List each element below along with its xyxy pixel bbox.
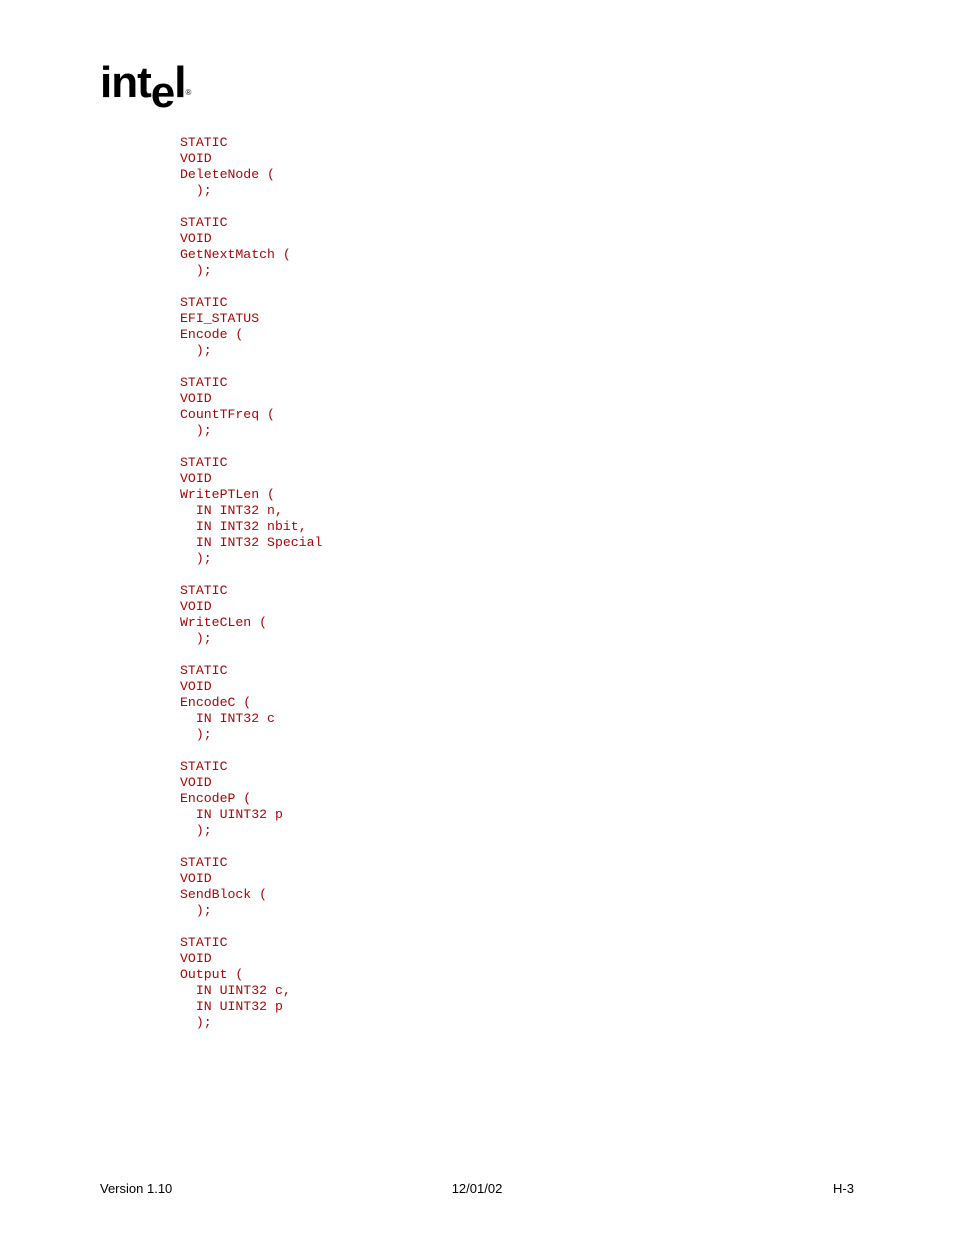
intel-logo: intel®	[100, 58, 190, 108]
logo-part2: e	[151, 68, 174, 118]
logo-part1: int	[100, 58, 151, 107]
logo-reg: ®	[185, 88, 190, 97]
footer-version: Version 1.10	[100, 1181, 172, 1196]
logo-part3: l	[174, 58, 185, 107]
footer-page: H-3	[833, 1181, 854, 1196]
footer-date: 12/01/02	[452, 1181, 503, 1196]
code-listing: STATIC VOID DeleteNode ( ); STATIC VOID …	[180, 135, 322, 1031]
